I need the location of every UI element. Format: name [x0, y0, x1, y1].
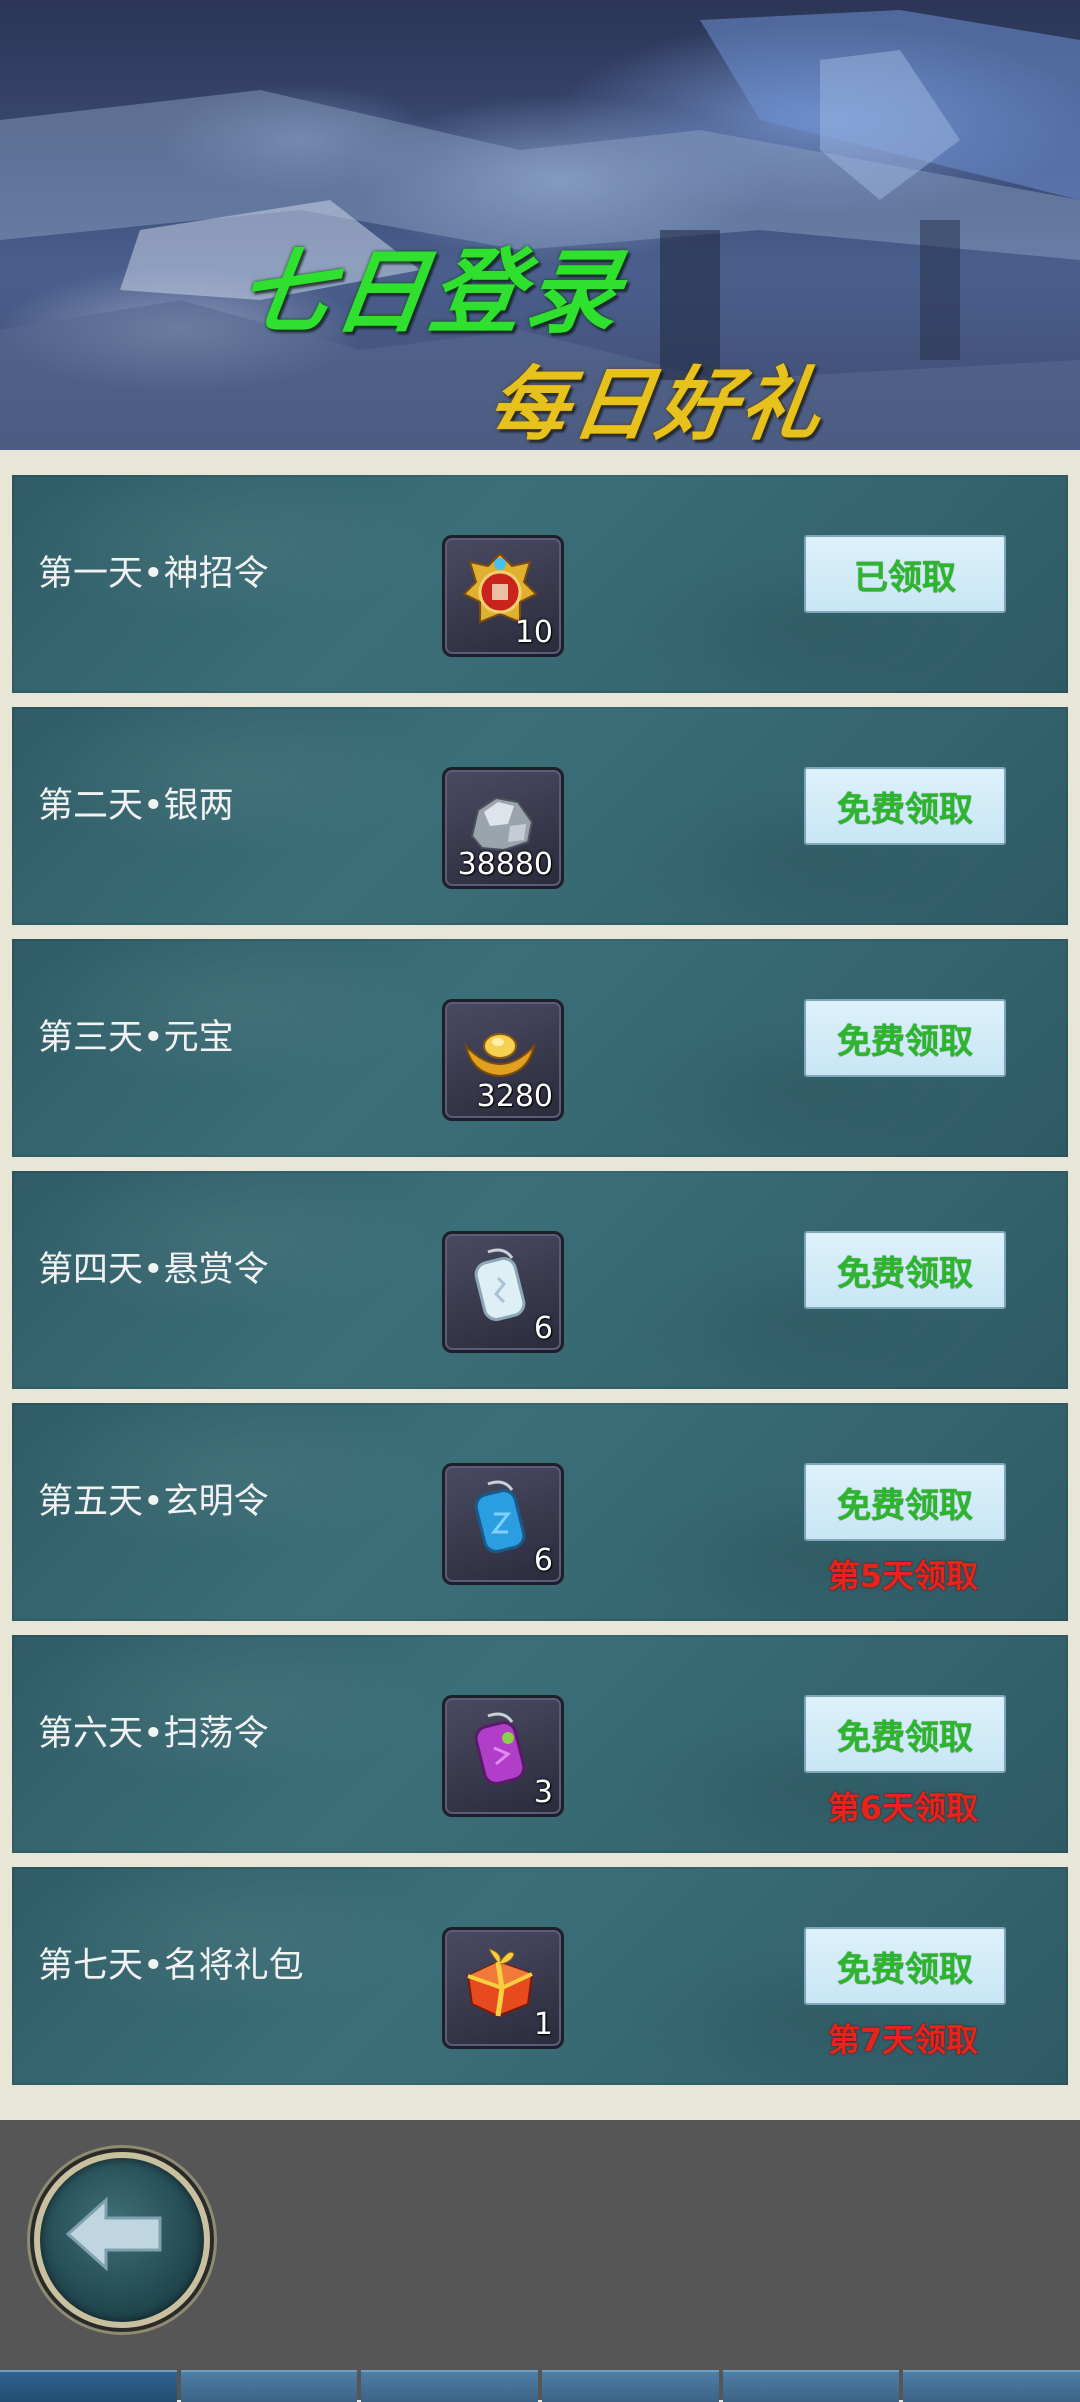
silver-ore-icon[interactable]: 38880	[442, 767, 564, 889]
reward-row-day-4: 第四天•悬赏令 6 免费领取	[12, 1171, 1068, 1389]
reward-row-day-7: 第七天•名将礼包 1 免费领取 第7天领取	[12, 1867, 1068, 2085]
sweep-token-icon[interactable]: 3	[442, 1695, 564, 1817]
unlock-day-note: 第5天领取	[827, 1557, 979, 1595]
claimed-button[interactable]: 已领取	[804, 535, 1006, 613]
reward-row-day-6: 第六天•扫荡令 3 免费领取 第6天领取	[12, 1635, 1068, 1853]
item-count: 3	[533, 1775, 553, 1810]
item-count: 3280	[476, 1079, 553, 1114]
reward-label: 第二天•银两	[38, 786, 234, 826]
item-count: 1	[533, 2007, 553, 2042]
reward-row-day-1: 第一天•神招令 10 已领取	[12, 475, 1068, 693]
reward-label: 第四天•悬赏令	[38, 1250, 269, 1290]
gold-ingot-icon[interactable]: 3280	[442, 999, 564, 1121]
bounty-token-icon[interactable]: 6	[442, 1231, 564, 1353]
reward-row-day-3: 第三天•元宝 3280 免费领取	[12, 939, 1068, 1157]
free-claim-button[interactable]: 免费领取	[804, 767, 1006, 845]
item-count: 10	[514, 615, 553, 650]
reward-label: 第六天•扫荡令	[38, 1714, 269, 1754]
unlock-day-note: 第6天领取	[827, 1789, 979, 1827]
reward-list: 第一天•神招令 10 已领取 第二天•银两 38880 免费领取 第三天•元宝	[12, 475, 1068, 2099]
free-claim-button[interactable]: 免费领取	[804, 1463, 1006, 1541]
banner: 七日登录 每日好礼	[0, 0, 1080, 450]
bottom-tab-3[interactable]	[361, 2370, 539, 2402]
reward-label: 第五天•玄明令	[38, 1482, 269, 1522]
reward-label: 第七天•名将礼包	[38, 1946, 304, 1986]
banner-title: 七日登录	[231, 239, 631, 346]
back-button[interactable]	[34, 2152, 210, 2328]
reward-label: 第三天•元宝	[38, 1018, 234, 1058]
bottom-tab-2[interactable]	[180, 2370, 358, 2402]
reward-row-day-5: 第五天•玄明令 6 免费领取 第5天领取	[12, 1403, 1068, 1621]
reward-row-day-2: 第二天•银两 38880 免费领取	[12, 707, 1068, 925]
free-claim-button[interactable]: 免费领取	[804, 1231, 1006, 1309]
free-claim-button[interactable]: 免费领取	[804, 999, 1006, 1077]
bottom-tab-5[interactable]	[722, 2370, 900, 2402]
item-count: 38880	[457, 847, 553, 882]
unlock-day-note: 第7天领取	[827, 2021, 979, 2059]
xuanming-token-icon[interactable]: 6	[442, 1463, 564, 1585]
bottom-tab-4[interactable]	[542, 2370, 719, 2402]
banner-subtitle: 每日好礼	[482, 358, 832, 450]
free-claim-button[interactable]: 免费领取	[804, 1927, 1006, 2005]
general-gift-pack-icon[interactable]: 1	[442, 1927, 564, 2049]
item-count: 6	[533, 1543, 553, 1578]
bottom-tab-6[interactable]	[903, 2370, 1080, 2402]
back-arrow-icon	[65, 2196, 162, 2272]
bottom-tab-1[interactable]	[0, 2370, 177, 2402]
reward-label: 第一天•神招令	[38, 554, 269, 594]
summon-token-icon[interactable]: 10	[442, 535, 564, 657]
footer-bar	[0, 2120, 1080, 2402]
item-count: 6	[533, 1311, 553, 1346]
bottom-tab-strip	[0, 2370, 1080, 2402]
free-claim-button[interactable]: 免费领取	[804, 1695, 1006, 1773]
